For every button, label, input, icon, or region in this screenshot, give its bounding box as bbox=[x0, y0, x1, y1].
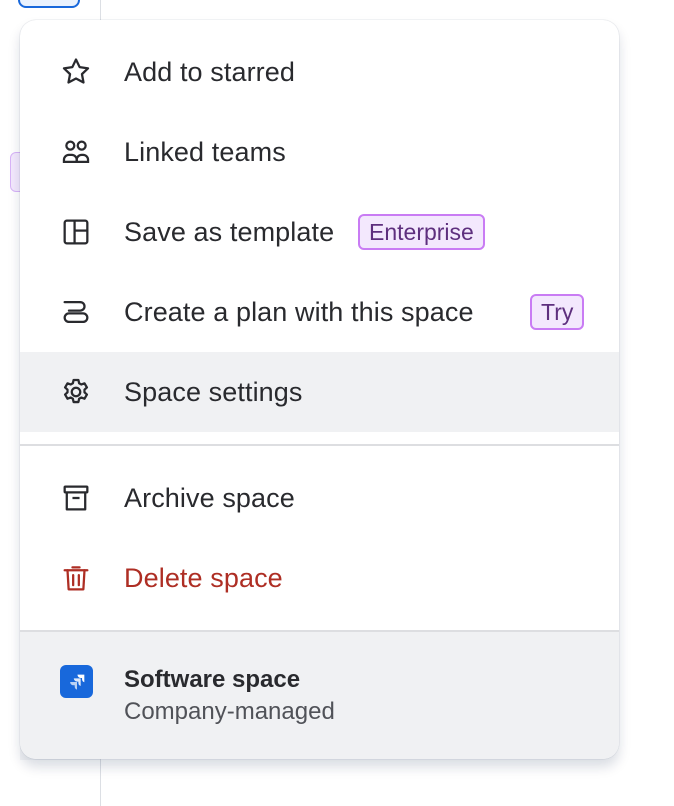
enterprise-badge: Enterprise bbox=[358, 214, 485, 250]
archive-icon bbox=[58, 480, 94, 516]
menu-item-add-to-starred[interactable]: Add to starred bbox=[20, 32, 619, 112]
menu-item-label: Save as template bbox=[124, 216, 335, 247]
menu-item-label: Space settings bbox=[124, 376, 303, 407]
menu-item-save-as-template[interactable]: Save as template Enterprise bbox=[20, 192, 619, 272]
star-icon bbox=[58, 54, 94, 90]
menu-item-label: Archive space bbox=[124, 482, 295, 513]
space-type: Company-managed bbox=[124, 698, 335, 725]
menu-item-archive-space[interactable]: Archive space bbox=[20, 458, 619, 538]
menu-item-space-settings[interactable]: Space settings bbox=[20, 352, 619, 432]
menu-item-label: Add to starred bbox=[124, 56, 295, 87]
try-badge: Try bbox=[530, 294, 585, 330]
menu-item-create-plan[interactable]: Create a plan with this space Try bbox=[20, 272, 619, 352]
people-icon bbox=[58, 134, 94, 170]
template-icon bbox=[58, 214, 94, 250]
background-selected-chip bbox=[18, 0, 80, 8]
menu-item-delete-space[interactable]: Delete space bbox=[20, 538, 619, 618]
menu-item-label: Create a plan with this space bbox=[124, 296, 474, 327]
jira-software-logo-icon bbox=[60, 665, 93, 698]
menu-item-label: Delete space bbox=[124, 562, 283, 593]
trash-icon bbox=[58, 560, 94, 596]
menu-divider bbox=[20, 444, 619, 446]
space-info-footer: Software space Company-managed bbox=[20, 632, 619, 759]
menu-item-label: Linked teams bbox=[124, 136, 286, 167]
space-name: Software space bbox=[124, 666, 301, 693]
gear-icon bbox=[58, 374, 94, 410]
plan-icon bbox=[58, 294, 94, 330]
space-actions-menu: Add to starred Linked teams Save as temp… bbox=[20, 20, 619, 759]
menu-item-linked-teams[interactable]: Linked teams bbox=[20, 112, 619, 192]
